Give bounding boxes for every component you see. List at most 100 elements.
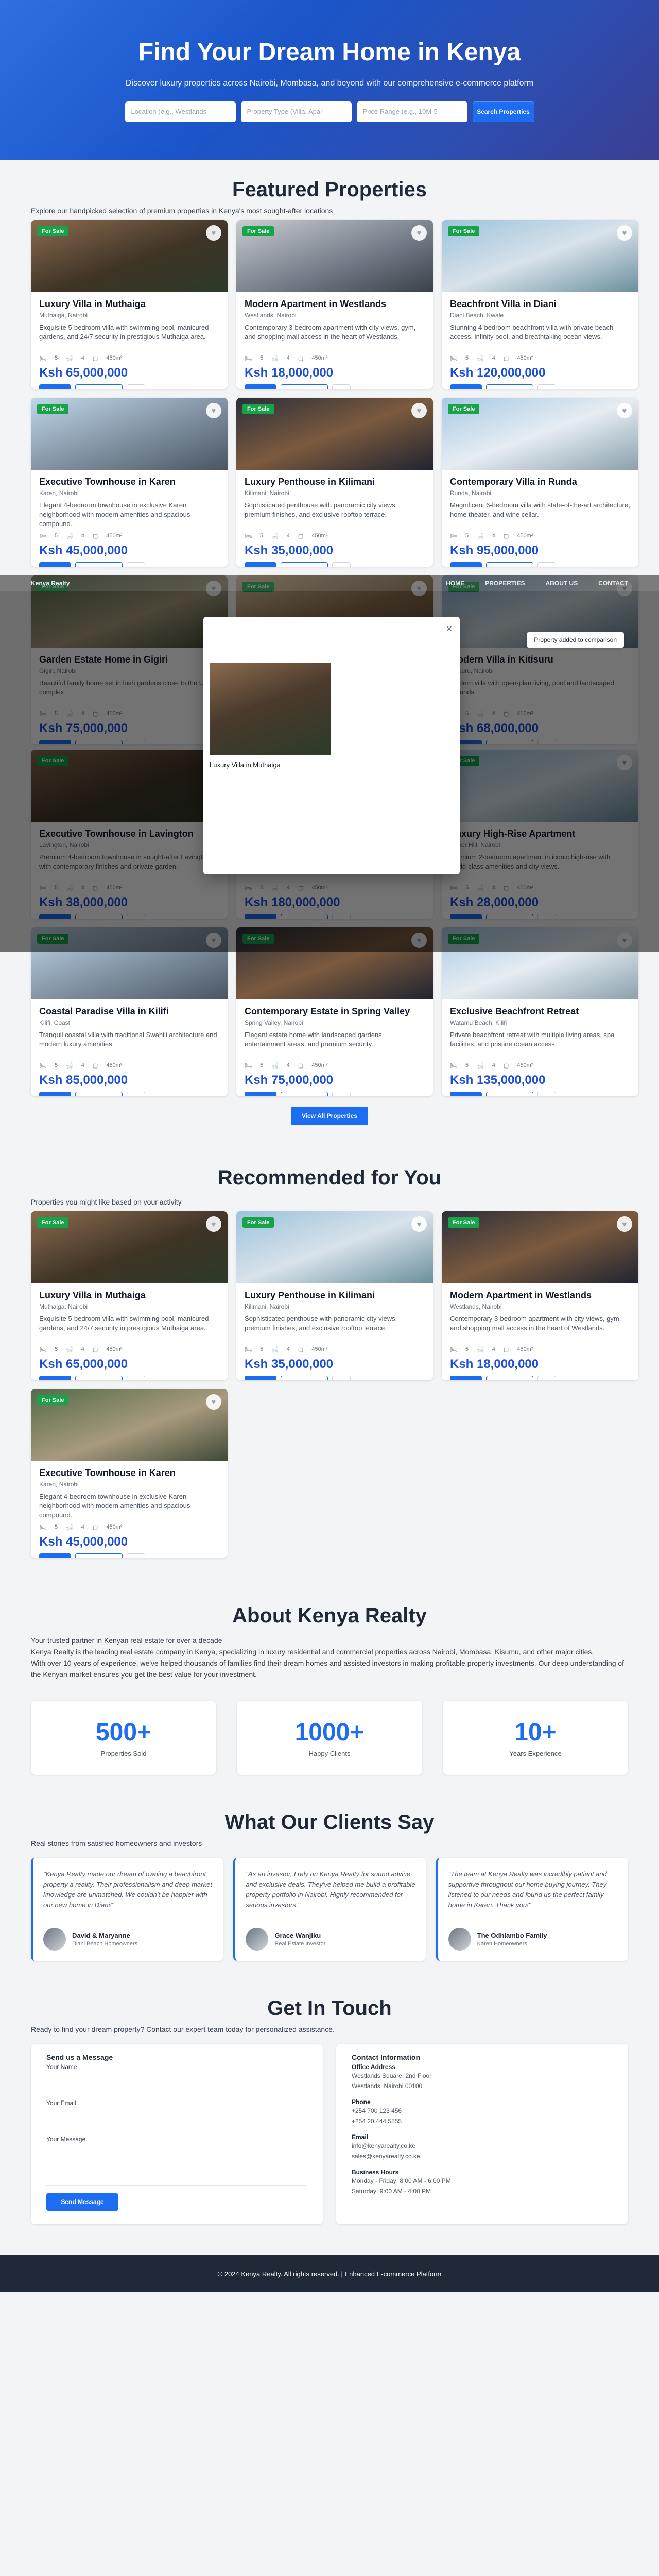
heart-icon[interactable]: ♥ bbox=[206, 1216, 221, 1232]
view-details-button[interactable]: View Details bbox=[75, 562, 123, 567]
add-to-cart-button[interactable]: Add to Cart bbox=[450, 1376, 482, 1380]
add-to-cart-button[interactable]: Add to Cart bbox=[39, 1376, 71, 1380]
area-icon: ▢ bbox=[92, 1063, 98, 1069]
compare-icon[interactable]: ⇄ bbox=[332, 384, 351, 389]
message-textarea[interactable] bbox=[46, 2143, 307, 2186]
property-type-input[interactable]: Property Type (Villa, Apar bbox=[240, 101, 352, 122]
property-title[interactable]: Contemporary Villa in Runda bbox=[450, 476, 630, 487]
property-title[interactable]: Luxury Penthouse in Kilimani bbox=[245, 1290, 425, 1301]
property-image[interactable]: For Sale ♥ bbox=[31, 220, 228, 292]
property-title[interactable]: Contemporary Estate in Spring Valley bbox=[245, 1006, 425, 1017]
testimonial-quote: "As an investor, I rely on Kenya Realty … bbox=[246, 1870, 415, 1909]
property-image[interactable]: For Sale ♥ bbox=[442, 1211, 638, 1283]
nav-link-properties[interactable]: PROPERTIES bbox=[485, 580, 525, 587]
compare-icon[interactable]: ⇄ bbox=[127, 1553, 145, 1558]
nav-link-home[interactable]: HOME bbox=[446, 580, 464, 587]
view-details-button[interactable]: View Details bbox=[281, 562, 328, 567]
property-title[interactable]: Luxury Penthouse in Kilimani bbox=[245, 476, 425, 487]
name-input[interactable] bbox=[46, 2071, 307, 2092]
compare-icon[interactable]: ⇄ bbox=[127, 1376, 145, 1380]
view-details-button[interactable]: View Details bbox=[75, 384, 123, 389]
nav-link-about[interactable]: ABOUT US bbox=[546, 580, 578, 587]
compare-icon[interactable]: ⇄ bbox=[332, 1376, 351, 1380]
compare-icon[interactable]: ⇄ bbox=[537, 384, 556, 389]
heart-icon[interactable]: ♥ bbox=[411, 1216, 427, 1232]
compare-icon[interactable]: ⇄ bbox=[127, 1092, 145, 1096]
bath-icon: 🛁 bbox=[477, 355, 484, 362]
view-details-button[interactable]: View Details bbox=[75, 1092, 123, 1096]
add-to-cart-button[interactable]: Add to Cart bbox=[39, 562, 71, 567]
add-to-cart-button[interactable]: Add to Cart bbox=[245, 1376, 276, 1380]
compare-icon[interactable]: ⇄ bbox=[332, 562, 351, 567]
add-to-cart-button[interactable]: Add to Cart bbox=[39, 1553, 71, 1558]
property-image[interactable]: For Sale ♥ bbox=[236, 1211, 433, 1283]
area-icon: ▢ bbox=[298, 355, 304, 362]
compare-icon[interactable]: ⇄ bbox=[537, 1376, 556, 1380]
view-all-button[interactable]: View All Properties bbox=[291, 1107, 368, 1125]
beds-count: 5 bbox=[465, 355, 469, 361]
heart-icon[interactable]: ♥ bbox=[411, 403, 427, 418]
heart-icon[interactable]: ♥ bbox=[617, 225, 632, 241]
view-details-button[interactable]: View Details bbox=[486, 1092, 533, 1096]
property-image[interactable]: For Sale ♥ bbox=[236, 398, 433, 470]
property-title[interactable]: Luxury Villa in Muthaiga bbox=[39, 1290, 219, 1301]
email-input[interactable] bbox=[46, 2107, 307, 2128]
search-button[interactable]: Search Properties bbox=[472, 101, 534, 122]
area-value: 450m² bbox=[517, 533, 533, 539]
heart-icon[interactable]: ♥ bbox=[617, 1216, 632, 1232]
compare-icon[interactable]: ⇄ bbox=[332, 1092, 351, 1096]
property-title[interactable]: Executive Townhouse in Karen bbox=[39, 476, 219, 487]
heart-icon[interactable]: ♥ bbox=[206, 1394, 221, 1410]
add-to-cart-button[interactable]: Add to Cart bbox=[245, 562, 276, 567]
heart-icon[interactable]: ♥ bbox=[206, 403, 221, 418]
property-image[interactable]: For Sale ♥ bbox=[31, 398, 228, 470]
view-details-button[interactable]: View Details bbox=[281, 384, 328, 389]
add-to-cart-button[interactable]: Add to Cart bbox=[39, 1092, 71, 1096]
area-icon: ▢ bbox=[503, 355, 509, 362]
property-title[interactable]: Beachfront Villa in Diani bbox=[450, 298, 630, 310]
area-icon: ▢ bbox=[92, 1524, 98, 1531]
property-title[interactable]: Coastal Paradise Villa in Kilifi bbox=[39, 1006, 219, 1017]
add-to-cart-button[interactable]: Add to Cart bbox=[450, 384, 482, 389]
property-image[interactable]: For Sale ♥ bbox=[442, 220, 638, 292]
nav-brand[interactable]: Kenya Realty bbox=[31, 580, 70, 587]
nav-link-contact[interactable]: CONTACT bbox=[598, 580, 628, 587]
property-title[interactable]: Luxury Villa in Muthaiga bbox=[39, 298, 219, 310]
property-price: Ksh 45,000,000 bbox=[39, 544, 128, 557]
add-to-cart-button[interactable]: Add to Cart bbox=[245, 384, 276, 389]
view-details-button[interactable]: View Details bbox=[486, 384, 533, 389]
send-message-button[interactable]: Send Message bbox=[46, 2193, 118, 2211]
property-features: 🛏 5 🛁 4 ▢ 450m² bbox=[450, 1062, 630, 1069]
view-details-button[interactable]: View Details bbox=[486, 1376, 533, 1380]
compare-icon[interactable]: ⇄ bbox=[537, 1092, 556, 1096]
about-paragraph-1: Kenya Realty is the leading real estate … bbox=[31, 1648, 594, 1656]
add-to-cart-button[interactable]: Add to Cart bbox=[450, 1092, 482, 1096]
location-input[interactable]: Location (e.g., Westlands bbox=[125, 101, 236, 122]
property-title[interactable]: Exclusive Beachfront Retreat bbox=[450, 1006, 630, 1017]
stats-row: 500+ Properties Sold 1000+ Happy Clients 1… bbox=[31, 1701, 628, 1775]
close-icon[interactable]: ✕ bbox=[446, 624, 453, 634]
property-title[interactable]: Executive Townhouse in Karen bbox=[39, 1467, 219, 1479]
property-image[interactable]: For Sale ♥ bbox=[442, 398, 638, 470]
heart-icon[interactable]: ♥ bbox=[206, 225, 221, 241]
add-to-cart-button[interactable]: Add to Cart bbox=[450, 562, 482, 567]
property-image[interactable]: For Sale ♥ bbox=[236, 220, 433, 292]
property-image[interactable]: For Sale ♥ bbox=[31, 1211, 228, 1283]
heart-icon[interactable]: ♥ bbox=[411, 225, 427, 241]
property-title[interactable]: Modern Apartment in Westlands bbox=[245, 298, 425, 310]
view-details-button[interactable]: View Details bbox=[281, 1376, 328, 1380]
heart-icon[interactable]: ♥ bbox=[617, 403, 632, 418]
property-price: Ksh 95,000,000 bbox=[450, 544, 539, 557]
property-title[interactable]: Modern Apartment in Westlands bbox=[450, 1290, 630, 1301]
compare-icon[interactable]: ⇄ bbox=[127, 562, 145, 567]
add-to-cart-button[interactable]: Add to Cart bbox=[245, 1092, 276, 1096]
compare-icon[interactable]: ⇄ bbox=[127, 384, 145, 389]
compare-icon[interactable]: ⇄ bbox=[537, 562, 556, 567]
view-details-button[interactable]: View Details bbox=[281, 1092, 328, 1096]
view-details-button[interactable]: View Details bbox=[75, 1553, 123, 1558]
property-image[interactable]: For Sale ♥ bbox=[31, 1389, 228, 1461]
add-to-cart-button[interactable]: Add to Cart bbox=[39, 384, 71, 389]
view-details-button[interactable]: View Details bbox=[75, 1376, 123, 1380]
view-details-button[interactable]: View Details bbox=[486, 562, 533, 567]
price-range-input[interactable]: Price Range (e.g., 10M-5 bbox=[356, 101, 467, 122]
